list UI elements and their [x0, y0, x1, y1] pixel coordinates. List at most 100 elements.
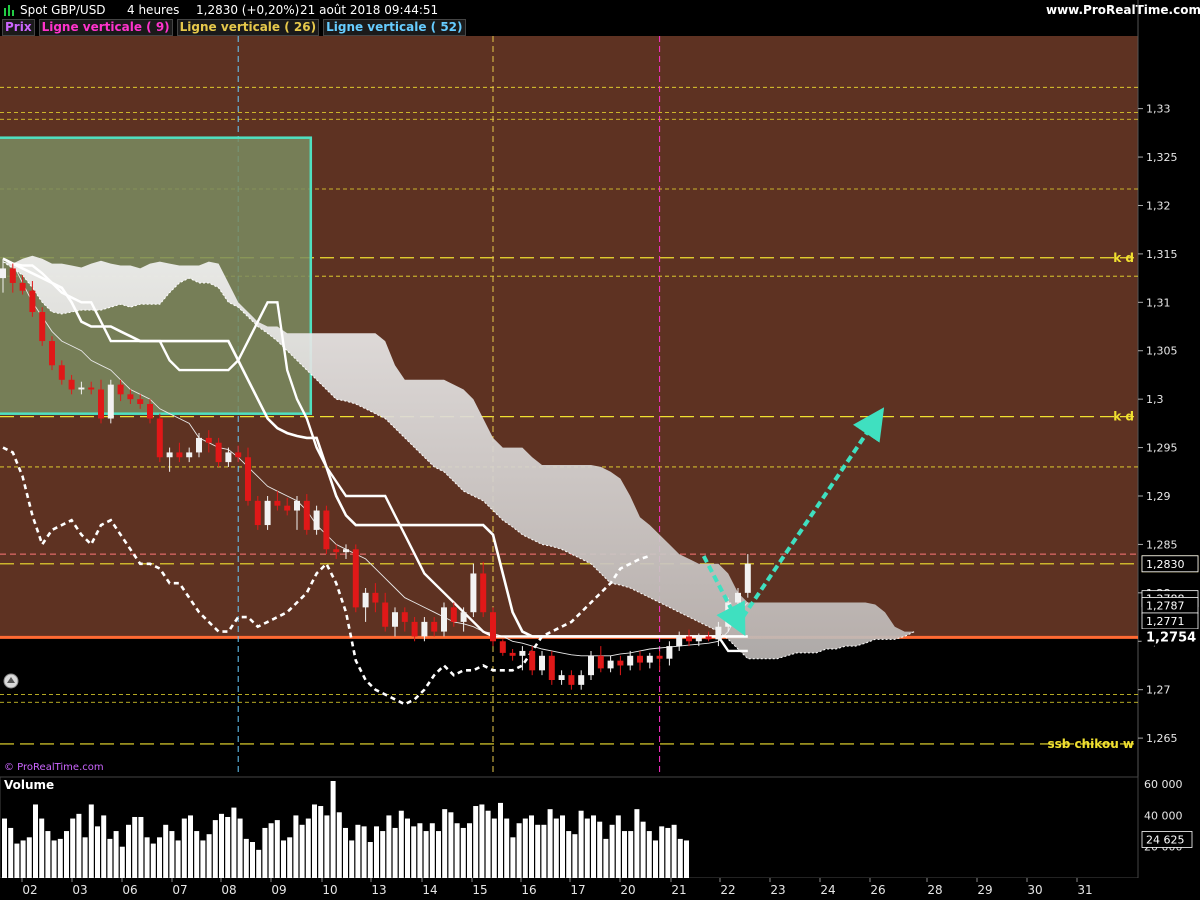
- volume-bar: [374, 826, 379, 878]
- volume-bar: [572, 834, 578, 878]
- candle-body: [597, 655, 604, 669]
- x-tick-label: 14: [422, 883, 437, 897]
- volume-bar: [448, 812, 454, 878]
- candle-body: [205, 437, 212, 443]
- candle-body: [166, 452, 173, 458]
- x-tick-label: 17: [570, 883, 585, 897]
- candle-body: [303, 500, 310, 530]
- volume-bar: [349, 840, 355, 878]
- volume-panel: Volume60 00040 00020 00024 625: [0, 776, 1193, 879]
- candle-body: [39, 312, 46, 342]
- candle-body: [744, 563, 751, 593]
- candle-body: [19, 282, 26, 291]
- volume-bar: [88, 804, 94, 878]
- volume-bar: [132, 816, 138, 878]
- x-tick-label: 03: [72, 883, 87, 897]
- volume-bar: [144, 837, 150, 878]
- volume-bar: [355, 824, 361, 878]
- volume-bar: [367, 842, 373, 878]
- volume-bar: [274, 820, 280, 878]
- price-badge-dark: 1,2787: [1146, 599, 1185, 612]
- volume-bar: [312, 804, 317, 878]
- volume-bar: [479, 804, 485, 878]
- volume-bar: [287, 837, 293, 878]
- candle-body: [441, 607, 447, 632]
- volume-bar: [417, 823, 423, 878]
- candle-body: [49, 341, 55, 366]
- volume-bar: [57, 838, 63, 878]
- x-tick-label: 21: [671, 883, 686, 897]
- volume-bar: [70, 818, 76, 878]
- x-tick-label: 23: [770, 883, 785, 897]
- volume-bar: [33, 804, 38, 878]
- candle-body: [88, 387, 95, 390]
- zoom-icon[interactable]: [3, 673, 19, 689]
- x-tick-label: 10: [322, 883, 337, 897]
- volume-bar: [200, 840, 206, 878]
- candle-body: [235, 452, 242, 458]
- volume-bar: [194, 831, 200, 878]
- volume-bar: [51, 840, 57, 878]
- volume-bar: [299, 824, 305, 878]
- candle-body: [421, 621, 428, 637]
- candle-body: [607, 660, 614, 669]
- candle-body: [264, 500, 271, 526]
- volume-bar: [510, 837, 516, 878]
- x-tick-label: 20: [620, 883, 635, 897]
- candle-body: [666, 646, 673, 659]
- candle-body: [470, 573, 477, 613]
- volume-bar: [454, 823, 460, 878]
- volume-bar: [163, 824, 169, 878]
- y-tick-label: 1,295: [1146, 442, 1178, 455]
- y-tick-label: 1,315: [1146, 248, 1178, 261]
- volume-bar: [336, 812, 342, 878]
- x-tick-label: 28: [927, 883, 942, 897]
- x-tick-label: 24: [820, 883, 835, 897]
- volume-bar: [578, 810, 584, 878]
- candle-body: [294, 500, 300, 511]
- x-tick-label: 16: [521, 883, 536, 897]
- candle-body: [411, 621, 418, 637]
- volume-bar: [107, 838, 113, 878]
- volume-bar: [665, 827, 671, 878]
- candle-body: [29, 290, 36, 312]
- candle-body: [352, 549, 359, 608]
- volume-bar: [473, 806, 479, 878]
- price-chart[interactable]: 1,33 1,325 1,32 1,315 1,31 1,305 1,3 1,295 1,29 1…: [0, 0, 1200, 900]
- candle-body: [686, 636, 692, 642]
- candle-body: [215, 442, 222, 463]
- candle-body: [333, 549, 340, 553]
- volume-bar: [82, 837, 88, 878]
- plot-background: [0, 0, 1139, 900]
- volume-bar: [584, 818, 590, 878]
- volume-bar: [535, 824, 541, 878]
- volume-bar: [231, 807, 237, 878]
- candle-body: [196, 437, 202, 453]
- x-tick-label: 06: [122, 883, 137, 897]
- volume-bar: [305, 818, 311, 878]
- candle-body: [578, 675, 585, 685]
- volume-bar: [113, 831, 119, 878]
- volume-bar: [628, 831, 634, 878]
- candle-body: [137, 399, 144, 404]
- volume-bar: [615, 815, 621, 878]
- x-tick-label: 15: [472, 883, 487, 897]
- y-tick-label: 1,32: [1146, 199, 1171, 212]
- volume-bar: [398, 810, 404, 878]
- volume-tick-label: 40 000: [1144, 809, 1183, 822]
- candle-body: [382, 602, 389, 627]
- volume-bar: [361, 826, 367, 878]
- volume-bar: [76, 813, 82, 878]
- candle-body: [186, 452, 193, 458]
- volume-bar: [262, 827, 268, 878]
- lower-zone: [0, 637, 1138, 772]
- candle-body: [78, 387, 85, 390]
- y-tick-label: 1,33: [1146, 103, 1171, 116]
- candle-body: [225, 452, 232, 463]
- candle-body: [107, 384, 114, 419]
- candle-body: [0, 268, 6, 279]
- candle-body: [284, 505, 291, 511]
- volume-bar: [256, 849, 262, 878]
- volume-bar: [119, 846, 125, 878]
- volume-bar: [622, 831, 627, 878]
